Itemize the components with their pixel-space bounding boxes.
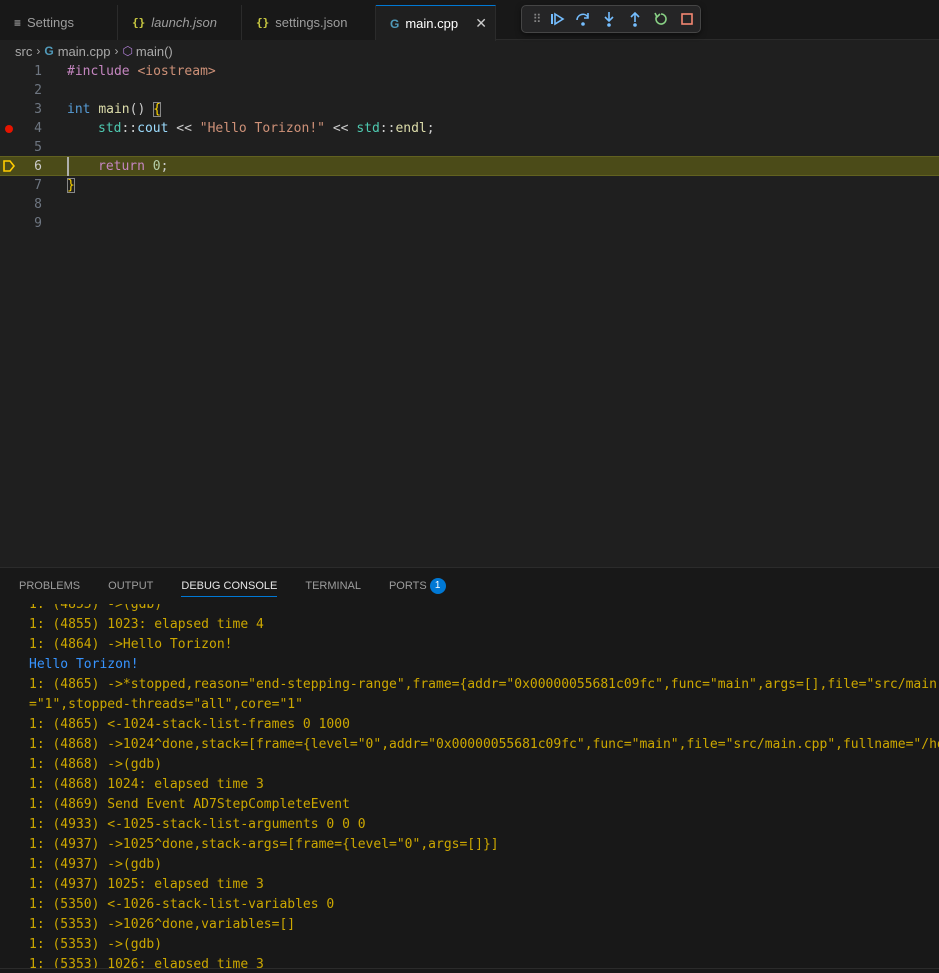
console-line: ="1",stopped-threads="all",core="1" <box>29 697 303 712</box>
code-text: return 0; <box>98 159 169 174</box>
console-line: 1: (5353) ->(gdb) <box>29 937 163 952</box>
code-line: 5 <box>0 138 939 157</box>
close-icon[interactable]: ✕ <box>475 15 487 32</box>
console-line: 1: (4868) 1024: elapsed time 3 <box>29 777 264 792</box>
ports-count-badge: 1 <box>429 578 446 594</box>
console-line: 1: (4865) ->*stopped,reason="end-steppin… <box>29 677 939 692</box>
breadcrumb-folder[interactable]: src <box>15 44 32 59</box>
code-text: #include <iostream> <box>67 64 216 79</box>
console-line: 1: (4855) ->(gdb) <box>29 604 163 612</box>
step-over-icon[interactable] <box>570 6 596 32</box>
panel-bottom-border <box>0 968 939 973</box>
code-line: 4 std::cout << "Hello Torizon!" << std::… <box>0 119 939 138</box>
breakpoint-icon[interactable] <box>5 125 13 133</box>
code-line: 2 <box>0 81 939 100</box>
tab-main-cpp[interactable]: G main.cpp ✕ <box>376 5 496 41</box>
current-execution-line: 6 return 0; <box>0 156 939 176</box>
cpp-icon: G <box>390 16 400 31</box>
text-cursor <box>67 157 69 176</box>
panel-tab-bar: PROBLEMS OUTPUT DEBUG CONSOLE TERMINAL P… <box>0 568 939 604</box>
tab-label: launch.json <box>151 15 218 30</box>
debug-toolbar: ⠿ <box>521 5 701 33</box>
code-line: 9 <box>0 214 939 233</box>
restart-icon[interactable] <box>648 6 674 32</box>
code-text: int main() { <box>67 102 161 117</box>
console-line: 1: (4937) ->1025^done,stack-args=[frame=… <box>29 837 499 852</box>
editor-tab-bar: ≡ Settings {} launch.json {} settings.js… <box>0 0 939 41</box>
code-line: 1 #include <iostream> <box>0 62 939 81</box>
breadcrumb: src › G main.cpp › ⬡ main() <box>0 41 939 61</box>
line-number: 4 <box>34 121 42 136</box>
debug-console-output[interactable]: 1: (4855) ->(gdb) 1: (4855) 1023: elapsed… <box>0 604 939 972</box>
code-text: std::cout << "Hello Torizon!" << std::en… <box>98 121 435 136</box>
code-line: 7 } <box>0 176 939 195</box>
line-number: 9 <box>34 216 42 231</box>
line-number: 8 <box>34 197 42 212</box>
console-line: 1: (4933) <-1025-stack-list-arguments 0 … <box>29 817 366 832</box>
console-line: 1: (4865) <-1024-stack-list-frames 0 100… <box>29 717 350 732</box>
console-line: 1: (4855) 1023: elapsed time 4 <box>29 617 264 632</box>
breadcrumb-symbol[interactable]: main() <box>136 44 173 59</box>
stop-icon[interactable] <box>674 6 700 32</box>
tab-output[interactable]: OUTPUT <box>108 568 153 604</box>
console-line: 1: (5350) <-1026-stack-list-variables 0 <box>29 897 335 912</box>
tab-terminal[interactable]: TERMINAL <box>305 568 361 604</box>
line-number: 5 <box>34 140 42 155</box>
tab-label: main.cpp <box>405 16 459 31</box>
tab-ports[interactable]: PORTS 1 <box>389 568 446 604</box>
line-number: 2 <box>34 83 42 98</box>
tab-debug-console[interactable]: DEBUG CONSOLE <box>181 568 277 604</box>
code-line: 3 int main() { <box>0 100 939 119</box>
tab-settings-json[interactable]: {} settings.json <box>242 5 376 40</box>
code-editor[interactable]: 1 #include <iostream> 2 3 int main() { 4… <box>0 62 939 567</box>
continue-icon[interactable] <box>544 6 570 32</box>
drag-handle-icon[interactable]: ⠿ <box>528 12 544 26</box>
console-line: 1: (4864) ->Hello Torizon! <box>29 637 233 652</box>
step-out-icon[interactable] <box>622 6 648 32</box>
settings-icon: ≡ <box>14 15 22 30</box>
breadcrumb-file[interactable]: main.cpp <box>58 44 111 59</box>
step-into-icon[interactable] <box>596 6 622 32</box>
json-icon: {} <box>132 16 146 29</box>
chevron-right-icon: › <box>114 44 119 58</box>
method-icon: ⬡ <box>122 44 133 58</box>
line-number: 7 <box>34 178 42 193</box>
code-text: } <box>67 178 75 193</box>
tab-launch-json[interactable]: {} launch.json <box>118 5 242 40</box>
console-line: 1: (4868) ->(gdb) <box>29 757 163 772</box>
json-icon: {} <box>256 16 270 29</box>
tab-problems[interactable]: PROBLEMS <box>19 568 80 604</box>
line-number: 6 <box>34 159 42 174</box>
console-line: 1: (4937) 1025: elapsed time 3 <box>29 877 264 892</box>
chevron-right-icon: › <box>36 44 41 58</box>
console-line: 1: (4869) Send Event AD7StepCompleteEven… <box>29 797 350 812</box>
bottom-panel: PROBLEMS OUTPUT DEBUG CONSOLE TERMINAL P… <box>0 567 939 973</box>
tab-label: settings.json <box>275 15 348 30</box>
console-line: 1: (5353) ->1026^done,variables=[] <box>29 917 296 932</box>
tab-settings[interactable]: ≡ Settings <box>0 5 118 40</box>
tab-label: Settings <box>27 15 74 30</box>
tab-ports-label: PORTS <box>388 580 427 592</box>
code-line: 8 <box>0 195 939 214</box>
console-line: 1: (4868) ->1024^done,stack=[frame={leve… <box>29 737 939 752</box>
console-line: Hello Torizon! <box>29 657 139 672</box>
line-number: 3 <box>34 102 42 117</box>
console-line: 1: (4937) ->(gdb) <box>29 857 163 872</box>
line-number: 1 <box>34 64 42 79</box>
cpp-icon: G <box>44 44 54 58</box>
